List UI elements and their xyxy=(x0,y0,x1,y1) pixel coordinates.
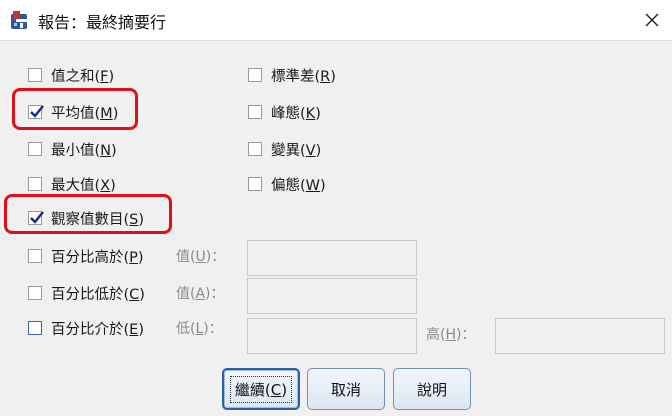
sum-label: 值之和(F) xyxy=(51,68,115,85)
checkbox-box[interactable] xyxy=(28,142,42,156)
kurtosis-checkbox[interactable]: 峰態(K) xyxy=(248,101,321,123)
sum-checkbox[interactable]: 值之和(F) xyxy=(28,64,114,86)
pct-inside-label: 百分比介於(E) xyxy=(51,321,145,338)
stddev-label: 標準差(R) xyxy=(271,68,336,85)
high-field-label: 高(H)： xyxy=(426,327,476,343)
pct-inside-checkbox[interactable]: 百分比介於(E) xyxy=(28,317,144,339)
checkbox-box[interactable] xyxy=(248,68,262,82)
min-checkbox[interactable]: 最小值(N) xyxy=(28,138,117,160)
skewness-checkbox[interactable]: 偏態(W) xyxy=(248,173,326,195)
checkbox-box[interactable] xyxy=(28,68,42,82)
stddev-checkbox[interactable]: 標準差(R) xyxy=(248,64,336,86)
max-checkbox[interactable]: 最大值(X) xyxy=(28,173,116,195)
value-field-label: 值(U)： xyxy=(176,249,226,265)
kurtosis-label: 峰態(K) xyxy=(271,105,321,122)
close-button[interactable] xyxy=(632,0,672,40)
max-label: 最大值(X) xyxy=(51,177,116,194)
low-field-label: 低(L)： xyxy=(176,321,223,337)
value2-field-label: 值(A)： xyxy=(176,286,225,302)
window-title: 報告：最終摘要行 xyxy=(38,13,167,32)
help-button[interactable]: 說明 xyxy=(393,368,471,410)
checkbox-box[interactable] xyxy=(248,105,262,119)
checkbox-box[interactable] xyxy=(28,286,42,300)
pct-below-label: 百分比低於(C) xyxy=(51,286,145,303)
title-separator xyxy=(0,40,672,41)
pct-below-checkbox[interactable]: 百分比低於(C) xyxy=(28,282,145,304)
continue-button[interactable]: 繼續(C) xyxy=(222,368,300,410)
skewness-label: 偏態(W) xyxy=(271,177,326,194)
variance-checkbox[interactable]: 變異(V) xyxy=(248,138,321,160)
pct-inside-low-input[interactable] xyxy=(247,318,417,354)
checkbox-box-focused[interactable] xyxy=(28,321,42,335)
cancel-button[interactable]: 取消 xyxy=(307,368,385,410)
highlight-box-count xyxy=(4,194,172,234)
pct-above-value-input[interactable] xyxy=(247,240,417,276)
spss-app-icon xyxy=(8,9,30,31)
title-bar: 報告：最終摘要行 xyxy=(0,0,672,40)
pct-inside-high-input[interactable] xyxy=(495,318,665,354)
highlight-box-mean xyxy=(12,88,138,130)
checkbox-box[interactable] xyxy=(28,177,42,191)
checkbox-box[interactable] xyxy=(28,249,42,263)
checkbox-box[interactable] xyxy=(248,142,262,156)
pct-above-checkbox[interactable]: 百分比高於(P) xyxy=(28,245,144,267)
pct-below-value-input[interactable] xyxy=(247,278,417,314)
close-icon xyxy=(645,13,659,27)
pct-above-label: 百分比高於(P) xyxy=(51,249,144,266)
min-label: 最小值(N) xyxy=(51,142,117,159)
checkbox-box[interactable] xyxy=(248,177,262,191)
variance-label: 變異(V) xyxy=(271,142,322,159)
